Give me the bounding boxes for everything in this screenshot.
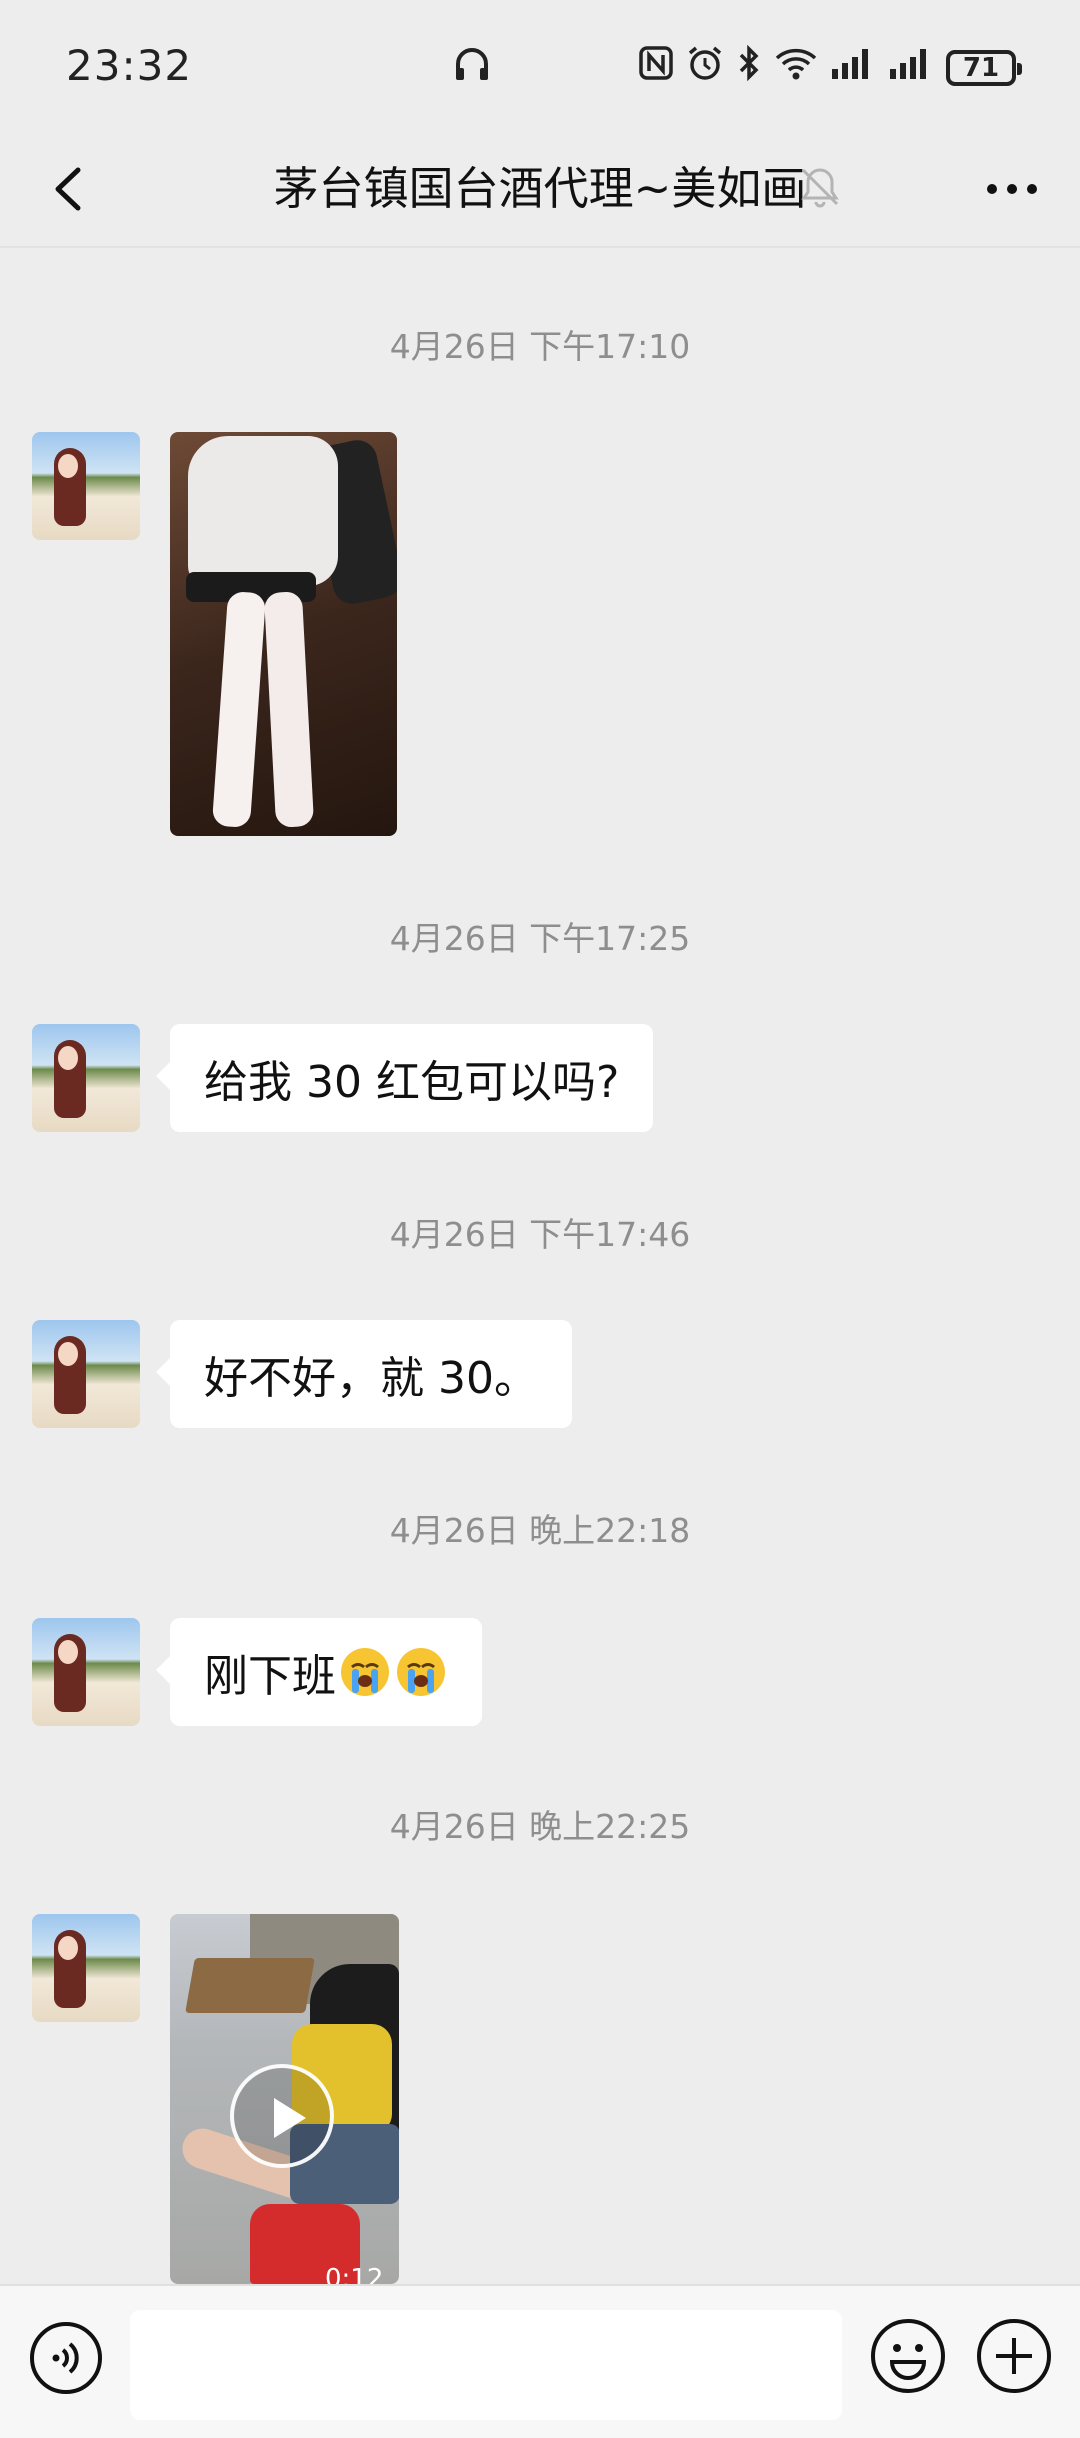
nfc-icon [638, 45, 674, 91]
crying-face-emoji [397, 1648, 445, 1696]
message-input-bar [0, 2284, 1080, 2438]
message-input[interactable] [130, 2310, 842, 2420]
play-icon[interactable] [230, 2064, 334, 2168]
status-icons: 71 [638, 44, 1022, 92]
chat-message-list[interactable]: 4月26日 下午17:10 4月26日 下午17:25 给我 30 红包可以吗?… [0, 248, 1080, 2284]
wifi-icon [774, 44, 818, 92]
headphones-icon [452, 44, 492, 94]
contact-avatar[interactable] [32, 1914, 140, 2022]
image-message[interactable] [170, 432, 397, 836]
voice-input-button[interactable] [28, 2320, 104, 2396]
contact-avatar[interactable] [32, 1618, 140, 1726]
text-message-bubble[interactable]: 给我 30 红包可以吗? [155, 1024, 654, 1132]
status-bar: 23:32 71 [0, 0, 1080, 130]
signal-icon [888, 45, 934, 91]
text-message-bubble[interactable]: 好不好，就 30。 [156, 1320, 572, 1428]
emoji-button[interactable] [868, 2316, 948, 2396]
more-button[interactable] [972, 154, 1052, 224]
contact-avatar[interactable] [32, 1024, 140, 1132]
message-text: 刚下班 [204, 1651, 336, 1702]
chat-header: 茅台镇国台酒代理~美如画 [0, 130, 1080, 248]
plus-button[interactable] [974, 2316, 1054, 2396]
message-text: 好不好，就 30。 [204, 1353, 538, 1404]
bluetooth-icon [736, 44, 762, 92]
more-icon [987, 184, 1037, 194]
contact-avatar[interactable] [32, 1320, 140, 1428]
battery-indicator: 71 [946, 50, 1022, 86]
video-message[interactable]: 0:12 [170, 1914, 399, 2284]
status-time: 23:32 [66, 40, 193, 90]
message-timestamp: 4月26日 下午17:46 [389, 1215, 691, 1254]
text-message-bubble[interactable]: 刚下班 [156, 1618, 482, 1726]
message-timestamp: 4月26日 晚上22:18 [389, 1511, 691, 1550]
message-text: 给我 30 红包可以吗? [204, 1057, 620, 1108]
alarm-icon [686, 44, 724, 92]
emoji-icon [871, 2319, 945, 2393]
video-duration: 0:12 [325, 2264, 384, 2284]
contact-avatar[interactable] [32, 432, 140, 540]
message-timestamp: 4月26日 下午17:25 [389, 919, 691, 958]
chat-title: 茅台镇国台酒代理~美如画 [273, 162, 807, 215]
signal-icon [830, 45, 876, 91]
voice-icon [30, 2322, 102, 2394]
message-timestamp: 4月26日 下午17:10 [389, 327, 691, 366]
plus-icon [977, 2319, 1051, 2393]
message-timestamp: 4月26日 晚上22:25 [389, 1807, 691, 1846]
crying-face-emoji [341, 1648, 389, 1696]
bell-muted-icon [795, 162, 845, 212]
